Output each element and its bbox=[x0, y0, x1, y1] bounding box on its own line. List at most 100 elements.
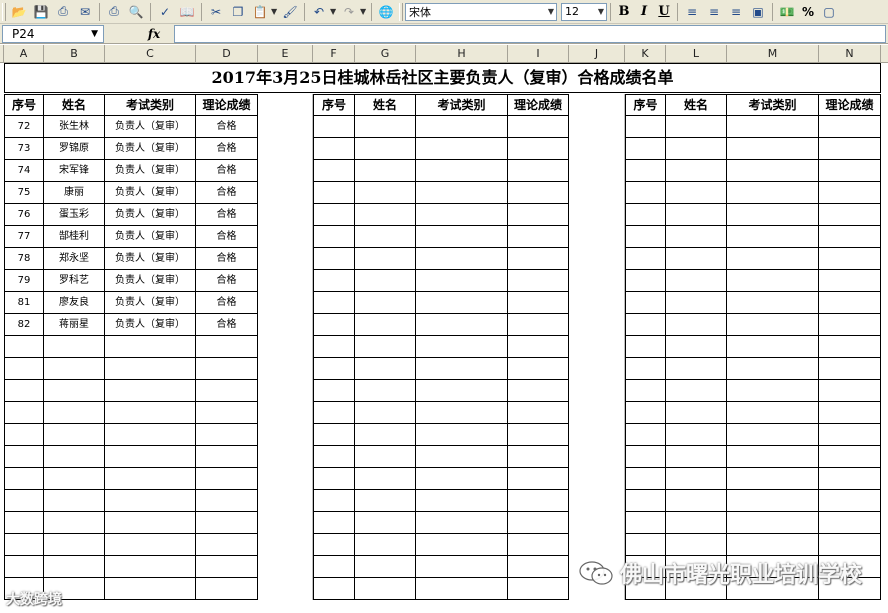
cell-exam-category[interactable]: 负责人（复审） bbox=[105, 248, 196, 270]
empty-cell[interactable] bbox=[416, 270, 508, 292]
empty-cell[interactable] bbox=[508, 556, 569, 578]
empty-cell[interactable] bbox=[819, 446, 881, 468]
cell-serial-no[interactable]: 73 bbox=[4, 138, 44, 160]
bold-button[interactable]: B bbox=[614, 2, 634, 22]
empty-cell[interactable] bbox=[819, 138, 881, 160]
cell-exam-category[interactable]: 负责人（复审） bbox=[105, 160, 196, 182]
empty-cell[interactable] bbox=[819, 512, 881, 534]
empty-cell[interactable] bbox=[625, 270, 666, 292]
empty-cell[interactable] bbox=[105, 336, 196, 358]
empty-cell[interactable] bbox=[196, 534, 258, 556]
empty-cell[interactable] bbox=[313, 534, 355, 556]
empty-cell[interactable] bbox=[727, 226, 819, 248]
empty-cell[interactable] bbox=[355, 314, 416, 336]
empty-cell[interactable] bbox=[44, 424, 105, 446]
empty-cell[interactable] bbox=[819, 358, 881, 380]
header-exam-category[interactable]: 考试类别 bbox=[727, 94, 819, 116]
empty-cell[interactable] bbox=[666, 116, 727, 138]
empty-cell[interactable] bbox=[44, 490, 105, 512]
empty-cell[interactable] bbox=[313, 336, 355, 358]
paste-dropdown-icon[interactable]: ▼ bbox=[271, 7, 279, 16]
cell-theory-score[interactable]: 合格 bbox=[196, 160, 258, 182]
toolbar-grip[interactable] bbox=[2, 2, 6, 21]
empty-cell[interactable] bbox=[508, 160, 569, 182]
column-header-c[interactable]: C bbox=[105, 45, 196, 62]
empty-cell[interactable] bbox=[508, 336, 569, 358]
empty-cell[interactable] bbox=[416, 424, 508, 446]
empty-cell[interactable] bbox=[625, 292, 666, 314]
empty-cell[interactable] bbox=[196, 512, 258, 534]
cell-name[interactable]: 罗锦原 bbox=[44, 138, 105, 160]
header-name[interactable]: 姓名 bbox=[44, 94, 105, 116]
cell-serial-no[interactable]: 77 bbox=[4, 226, 44, 248]
column-header-m[interactable]: M bbox=[727, 45, 819, 62]
column-header-i[interactable]: I bbox=[508, 45, 569, 62]
empty-cell[interactable] bbox=[727, 490, 819, 512]
empty-cell[interactable] bbox=[105, 380, 196, 402]
empty-cell[interactable] bbox=[44, 468, 105, 490]
empty-cell[interactable] bbox=[4, 380, 44, 402]
chevron-down-icon[interactable]: ▼ bbox=[548, 7, 554, 16]
empty-cell[interactable] bbox=[44, 358, 105, 380]
empty-cell[interactable] bbox=[313, 204, 355, 226]
font-name-select[interactable]: 宋体 ▼ bbox=[405, 2, 557, 21]
copy-icon[interactable]: ❐ bbox=[228, 2, 248, 22]
empty-cell[interactable] bbox=[666, 358, 727, 380]
empty-cell[interactable] bbox=[727, 160, 819, 182]
redo-icon[interactable]: ↷ bbox=[339, 2, 359, 22]
research-icon[interactable]: 📖 bbox=[177, 2, 197, 22]
header-name[interactable]: 姓名 bbox=[355, 94, 416, 116]
empty-cell[interactable] bbox=[727, 468, 819, 490]
column-header-d[interactable]: D bbox=[196, 45, 258, 62]
empty-column[interactable] bbox=[569, 94, 625, 600]
cell-name[interactable]: 张生林 bbox=[44, 116, 105, 138]
cell-serial-no[interactable]: 72 bbox=[4, 116, 44, 138]
cell-theory-score[interactable]: 合格 bbox=[196, 204, 258, 226]
cell-exam-category[interactable]: 负责人（复审） bbox=[105, 204, 196, 226]
empty-cell[interactable] bbox=[625, 182, 666, 204]
empty-cell[interactable] bbox=[666, 182, 727, 204]
empty-cell[interactable] bbox=[508, 424, 569, 446]
empty-cell[interactable] bbox=[4, 556, 44, 578]
empty-cell[interactable] bbox=[4, 512, 44, 534]
empty-cell[interactable] bbox=[727, 138, 819, 160]
insert-function-button[interactable]: fx bbox=[134, 27, 174, 41]
cell-serial-no[interactable]: 78 bbox=[4, 248, 44, 270]
empty-cell[interactable] bbox=[313, 248, 355, 270]
empty-cell[interactable] bbox=[105, 534, 196, 556]
cell-exam-category[interactable]: 负责人（复审） bbox=[105, 270, 196, 292]
empty-cell[interactable] bbox=[313, 402, 355, 424]
save-icon[interactable]: 💾 bbox=[31, 2, 51, 22]
cell-serial-no[interactable]: 79 bbox=[4, 270, 44, 292]
cell-theory-score[interactable]: 合格 bbox=[196, 292, 258, 314]
formula-input[interactable] bbox=[174, 24, 886, 43]
cell-serial-no[interactable]: 81 bbox=[4, 292, 44, 314]
empty-cell[interactable] bbox=[625, 380, 666, 402]
empty-cell[interactable] bbox=[105, 512, 196, 534]
empty-cell[interactable] bbox=[625, 358, 666, 380]
empty-cell[interactable] bbox=[508, 248, 569, 270]
cell-name[interactable]: 蒋丽星 bbox=[44, 314, 105, 336]
empty-cell[interactable] bbox=[819, 270, 881, 292]
cell-theory-score[interactable]: 合格 bbox=[196, 182, 258, 204]
empty-cell[interactable] bbox=[416, 226, 508, 248]
empty-cell[interactable] bbox=[666, 534, 727, 556]
empty-cell[interactable] bbox=[313, 182, 355, 204]
empty-cell[interactable] bbox=[196, 402, 258, 424]
cell-serial-no[interactable]: 75 bbox=[4, 182, 44, 204]
empty-cell[interactable] bbox=[666, 314, 727, 336]
empty-cell[interactable] bbox=[355, 248, 416, 270]
empty-cell[interactable] bbox=[508, 468, 569, 490]
empty-cell[interactable] bbox=[416, 138, 508, 160]
empty-cell[interactable] bbox=[625, 248, 666, 270]
empty-cell[interactable] bbox=[625, 402, 666, 424]
empty-cell[interactable] bbox=[313, 314, 355, 336]
empty-cell[interactable] bbox=[355, 336, 416, 358]
empty-cell[interactable] bbox=[666, 446, 727, 468]
empty-cell[interactable] bbox=[313, 160, 355, 182]
header-theory-score[interactable]: 理论成绩 bbox=[508, 94, 569, 116]
empty-cell[interactable] bbox=[44, 402, 105, 424]
empty-cell[interactable] bbox=[355, 402, 416, 424]
empty-cell[interactable] bbox=[666, 226, 727, 248]
empty-cell[interactable] bbox=[666, 402, 727, 424]
